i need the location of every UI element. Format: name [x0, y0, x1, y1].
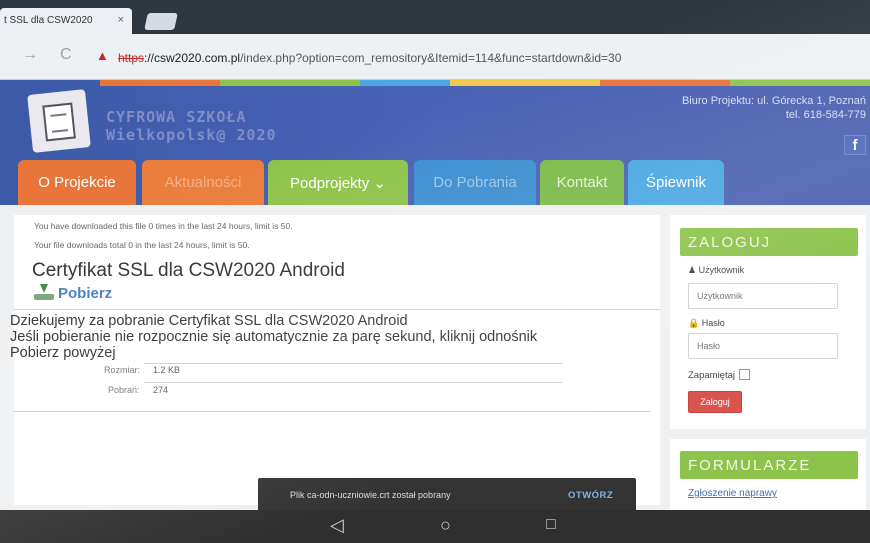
url-host: ://csw2020.com.pl — [144, 51, 241, 65]
divider — [14, 411, 650, 412]
tab-close-icon[interactable]: × — [118, 14, 124, 26]
new-tab-button[interactable] — [144, 13, 178, 30]
size-label: Rozmiar: — [104, 365, 141, 375]
decor-stripe — [450, 80, 600, 86]
divider — [144, 382, 562, 383]
android-nav-bar: ◁ ○ □ — [0, 510, 870, 543]
site-logo-icon[interactable] — [27, 89, 91, 153]
repair-request-link[interactable]: Zgłoszenie naprawy — [688, 488, 777, 499]
site-logo-text[interactable]: CYFROWA SZKOŁA Wielkopolsk@ 2020 — [106, 108, 277, 144]
username-label: ♟ Użytkownik — [688, 265, 745, 275]
browser-tab[interactable]: t SSL dla CSW2020 × — [0, 8, 132, 34]
decor-stripe — [600, 80, 730, 86]
menu-item-aktualnosci[interactable]: Aktualności — [142, 160, 264, 205]
divider — [14, 309, 660, 310]
url-path: /index.php?option=com_remository&Itemid=… — [240, 51, 622, 65]
login-header: ZALOGUJ — [680, 228, 858, 256]
forward-icon[interactable]: → — [22, 46, 38, 64]
facebook-icon[interactable]: f — [844, 135, 866, 155]
download-toast: Plik ca-odn-uczniowie.crt został pobrany… — [258, 478, 636, 514]
downloads-label: Pobrań: — [108, 385, 140, 395]
downloads-value: 274 — [153, 385, 169, 395]
reload-icon[interactable]: C — [60, 46, 72, 64]
project-contact: Biuro Projektu: ul. Górecka 1, Poznań te… — [682, 94, 866, 122]
logo-line2: Wielkopolsk@ 2020 — [106, 126, 277, 144]
auto-start-line: Jeśli pobieranie nie rozpocznie się auto… — [10, 329, 538, 345]
remember-checkbox[interactable] — [739, 369, 750, 380]
download-link[interactable]: Pobierz — [34, 284, 112, 302]
browser-tabstrip: t SSL dla CSW2020 × — [0, 0, 870, 34]
decor-stripe — [100, 80, 220, 86]
remember-label: Zapamiętaj — [688, 370, 735, 381]
forms-box: FORMULARZE Zgłoszenie naprawy — [670, 439, 866, 510]
not-secure-warning-icon[interactable]: ▲ — [96, 48, 109, 63]
toast-message: Plik ca-odn-uczniowie.crt został pobrany — [290, 490, 451, 500]
download-icon — [34, 284, 54, 300]
browser-toolbar: → C ▲ https://csw2020.com.pl/index.php?o… — [0, 34, 870, 80]
recents-icon[interactable]: □ — [546, 516, 556, 534]
download-message: Dziekujemy za pobranie Certyfikat SSL dl… — [10, 313, 670, 361]
decor-stripe — [220, 80, 360, 86]
download-limit-note: You have downloaded this file 0 times in… — [34, 221, 293, 231]
size-value: 1.2 KB — [153, 365, 181, 375]
file-title: Certyfikat SSL dla CSW2020 Android — [32, 260, 345, 281]
password-label: 🔒 Hasło — [688, 318, 725, 328]
forms-header: FORMULARZE — [680, 451, 858, 479]
contact-phone: tel. 618-584-779 — [785, 109, 866, 121]
login-box: ZALOGUJ ♟ Użytkownik 🔒 Hasło Zapamiętaj … — [670, 215, 866, 429]
url-scheme: https — [118, 51, 145, 65]
download-label: Pobierz — [58, 285, 113, 302]
back-icon[interactable]: ◁ — [330, 515, 344, 536]
menu-item-kontakt[interactable]: Kontakt — [540, 160, 624, 205]
page-body: You have downloaded this file 0 times in… — [0, 205, 870, 510]
menu-item-o-projekcie[interactable]: O Projekcie — [18, 160, 136, 205]
decor-stripe — [360, 80, 450, 86]
thanks-line: Dziekujemy za pobranie Certyfikat SSL dl… — [10, 313, 408, 329]
remember-me[interactable]: Zapamiętaj — [688, 369, 750, 381]
logo-line1: CYFROWA SZKOŁA — [106, 108, 247, 126]
tab-title: t SSL dla CSW2020 — [4, 15, 93, 26]
password-input[interactable] — [688, 333, 838, 359]
login-button[interactable]: Zaloguj — [688, 391, 742, 413]
download-panel: You have downloaded this file 0 times in… — [10, 215, 660, 505]
address-bar[interactable]: https://csw2020.com.pl/index.php?option=… — [118, 51, 621, 65]
menu-item-do-pobrania[interactable]: Do Pobrania — [414, 160, 536, 205]
divider — [144, 363, 562, 364]
download-total-note: Your file downloads total 0 in the last … — [34, 240, 250, 250]
home-icon[interactable]: ○ — [440, 515, 451, 536]
click-above-line: Pobierz powyżej — [10, 345, 116, 361]
decor-stripe — [730, 80, 870, 86]
username-input[interactable] — [688, 283, 838, 309]
contact-address: Biuro Projektu: ul. Górecka 1, Poznań — [681, 95, 866, 107]
menu-item-podprojekty[interactable]: Podprojekty ⌄ — [268, 160, 408, 205]
toast-open-button[interactable]: OTWÓRZ — [568, 490, 613, 501]
menu-item-spiewnik[interactable]: Śpiewnik — [628, 160, 724, 205]
